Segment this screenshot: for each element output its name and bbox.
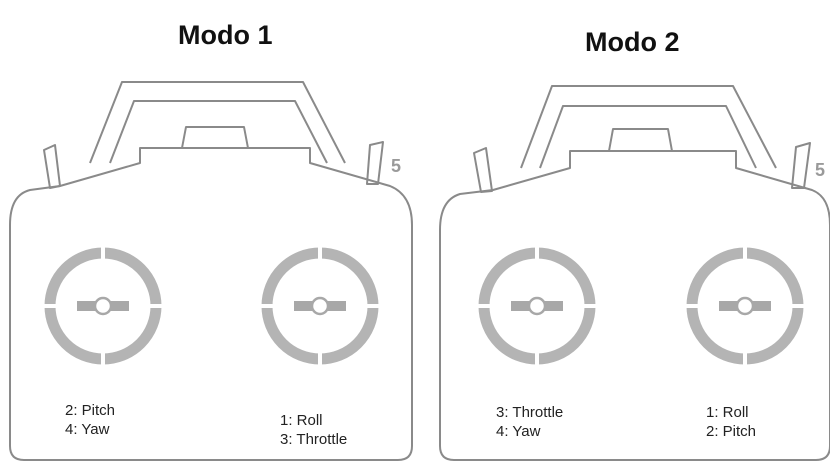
mode-2-handle-inner <box>539 105 757 169</box>
mode-1-left-label: 2: Pitch 4: Yaw <box>65 401 115 439</box>
mode-1-right-label: 1: Roll 3: Throttle <box>280 411 347 449</box>
mode-2-left-label-line-2: 4: Yaw <box>496 423 541 440</box>
mode-1-left-label-line-1: 2: Pitch <box>65 402 116 419</box>
mode-2-left-gimbal <box>475 244 599 368</box>
mode-1-top-box <box>181 126 249 149</box>
mode-2-left-label: 3: Throttle 4: Yaw <box>496 403 563 441</box>
mode-1-left-label-line-2: 4: Yaw <box>65 421 110 438</box>
mode-1-right-label-line-1: 1: Roll <box>280 412 323 429</box>
mode-2-switch-number: 5 <box>815 160 826 180</box>
mode-1-switch-number: 5 <box>391 156 402 176</box>
mode-2-right-gimbal <box>683 244 807 368</box>
mode-1-right-label-line-2: 3: Throttle <box>280 431 348 448</box>
mode-1-left-gimbal <box>41 244 165 368</box>
mode-1-handle-inner <box>109 100 328 164</box>
mode-2-handle-outer <box>520 85 777 169</box>
mode-2-right-label-line-1: 1: Roll <box>706 404 749 421</box>
mode-2-left-label-line-1: 3: Throttle <box>496 404 564 421</box>
mode-1-right-gimbal <box>258 244 382 368</box>
transmitter-diagram <box>9 81 830 461</box>
mode-2-left-switch <box>473 147 493 193</box>
mode-2-right-label: 1: Roll 2: Pitch <box>706 403 756 441</box>
mode-2-right-label-line-2: 2: Pitch <box>706 423 757 440</box>
mode-2-right-switch <box>791 142 811 189</box>
mode-2-top-box <box>608 128 673 152</box>
mode-1-left-switch <box>43 144 61 189</box>
mode-1-right-switch <box>366 141 384 185</box>
